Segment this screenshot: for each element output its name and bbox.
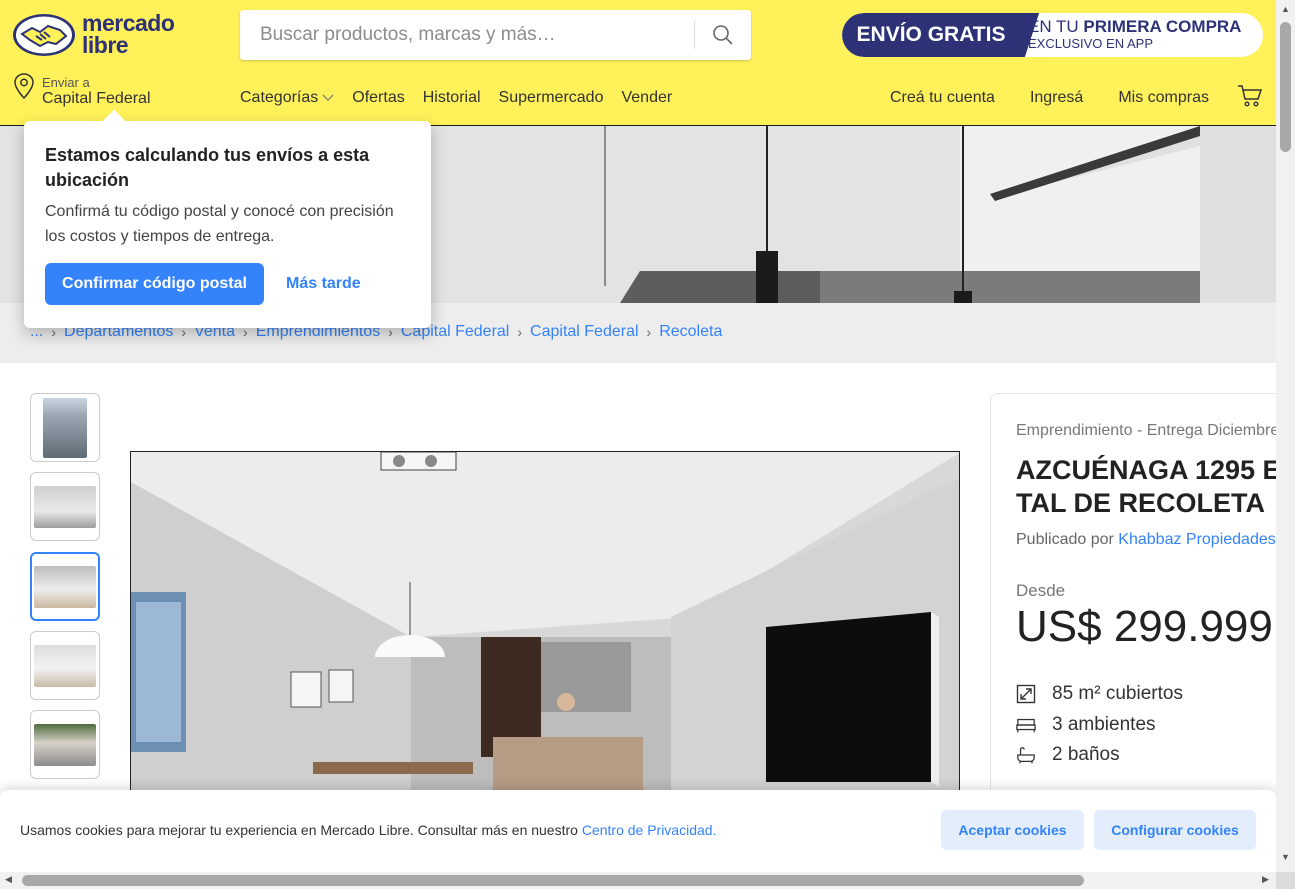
search-box [240, 10, 751, 60]
nav-categories-label: Categorías [240, 89, 319, 106]
listing-price: US$ 299.999 [1016, 602, 1273, 651]
feature-rooms-text: 3 ambientes [1052, 713, 1156, 735]
listing-summary-panel: Emprendimiento - Entrega Diciembre AZCUÉ… [990, 393, 1290, 813]
breadcrumb-capital-federal-2[interactable]: Capital Federal [530, 323, 639, 341]
nav-history[interactable]: Historial [423, 89, 481, 107]
listing-features: 85 m² cubiertos 3 ambientes 2 baños [1016, 679, 1183, 771]
confirm-postal-code-button[interactable]: Confirmar código postal [45, 263, 264, 305]
chevron-down-icon [322, 94, 334, 101]
create-account-link[interactable]: Creá tu cuenta [890, 89, 995, 107]
area-icon [1016, 684, 1036, 704]
vertical-scroll-thumb[interactable] [1280, 22, 1291, 152]
popup-body: Confirmá tu código postal y conocé con p… [45, 203, 394, 245]
mercadolibre-logo[interactable]: mercado libre [12, 12, 182, 58]
scrollbar-corner [1276, 872, 1295, 889]
privacy-center-link[interactable]: Centro de Privacidad. [582, 822, 717, 838]
publisher-link[interactable]: Khabbaz Propiedades [1118, 531, 1275, 548]
shipping-location-popup: Estamos calculando tus envíos a esta ubi… [24, 121, 431, 328]
thumbnail-3-selected[interactable] [30, 552, 100, 621]
promo-app-exclusive: EXCLUSIVO EN APP [1028, 36, 1153, 51]
login-link[interactable]: Ingresá [1030, 89, 1083, 107]
thumbnail-4[interactable] [30, 631, 100, 700]
feature-bathrooms: 2 baños [1016, 740, 1183, 771]
search-button[interactable] [695, 10, 751, 60]
free-shipping-promo[interactable]: ENVÍO GRATIS EN TU PRIMERA COMPRA EXCLUS… [842, 13, 1263, 57]
configure-cookies-button[interactable]: Configurar cookies [1094, 810, 1256, 850]
chevron-right-icon: › [517, 324, 523, 340]
thumbnail-1[interactable] [30, 393, 100, 462]
feature-area-text: 85 m² cubiertos [1052, 683, 1183, 705]
later-button[interactable]: Más tarde [276, 263, 371, 305]
accept-cookies-button[interactable]: Aceptar cookies [941, 810, 1084, 850]
listing-title: AZCUÉNAGA 1295 EL TAL DE RECOLETA [1016, 455, 1289, 518]
logo-line1: mercado [82, 10, 175, 36]
promo-details: EN TU PRIMERA COMPRA EXCLUSIVO EN APP [1028, 17, 1258, 52]
nav-supermarket[interactable]: Supermercado [499, 89, 604, 107]
listing-subtitle: Emprendimiento - Entrega Diciembre [1016, 422, 1280, 439]
promo-free-shipping: ENVÍO GRATIS [842, 13, 1020, 57]
thumbnail-2[interactable] [30, 472, 100, 541]
thumbnail-image-kitchen [34, 485, 96, 528]
header: mercado libre ENVÍO GRATIS EN TU PRIMERA… [0, 0, 1276, 126]
feature-area: 85 m² cubiertos [1016, 679, 1183, 710]
popup-title: Estamos calculando tus envíos a esta ubi… [45, 145, 370, 190]
scroll-down-arrow-icon[interactable]: ▼ [1281, 852, 1290, 862]
thumbnail-5[interactable] [30, 710, 100, 779]
publisher-line: Publicado por Khabbaz Propiedades [1016, 531, 1276, 549]
cookie-text: Usamos cookies para mejorar tu experienc… [20, 822, 716, 838]
promo-prefix: EN TU [1028, 17, 1084, 36]
scroll-left-arrow-icon[interactable]: ◀ [5, 874, 12, 885]
search-input[interactable] [240, 10, 692, 60]
thumbnail-image-building [43, 397, 87, 458]
account-nav: Creá tu cuenta Ingresá Mis compras [855, 89, 1209, 107]
promo-first-purchase: PRIMERA COMPRA [1083, 17, 1242, 36]
cart-button[interactable] [1237, 84, 1263, 113]
my-purchases-link[interactable]: Mis compras [1118, 89, 1209, 107]
nav-categories[interactable]: Categorías [240, 89, 334, 107]
price-from-label: Desde [1016, 581, 1066, 600]
thumbnail-image-living [34, 565, 96, 608]
nav-offers[interactable]: Ofertas [352, 89, 404, 107]
thumbnail-image-bedroom [34, 644, 96, 687]
shipping-location[interactable]: Enviar a Capital Federal [12, 72, 192, 112]
feature-rooms: 3 ambientes [1016, 710, 1183, 741]
location-value: Capital Federal [42, 90, 151, 107]
horizontal-scroll-thumb[interactable] [22, 875, 1084, 886]
bed-icon [1016, 717, 1036, 733]
vertical-scrollbar[interactable]: ▲ ▼ [1276, 0, 1295, 872]
feature-bathrooms-text: 2 baños [1052, 744, 1120, 766]
search-icon [713, 25, 733, 45]
scroll-up-arrow-icon[interactable]: ▲ [1281, 4, 1290, 14]
cookie-message: Usamos cookies para mejorar tu experienc… [20, 822, 582, 838]
chevron-right-icon: › [646, 324, 652, 340]
nav-sell[interactable]: Vender [621, 89, 672, 107]
logo-wordmark: mercado libre [82, 10, 175, 58]
breadcrumb-recoleta[interactable]: Recoleta [659, 323, 722, 341]
main-gallery-image[interactable] [130, 451, 960, 811]
bathtub-icon [1016, 745, 1036, 765]
cart-icon [1238, 85, 1263, 107]
handshake-logo-icon [13, 14, 75, 56]
scroll-right-arrow-icon[interactable]: ▶ [1262, 874, 1269, 885]
horizontal-scrollbar[interactable]: ◀ ▶ [0, 872, 1276, 889]
cookie-banner: Usamos cookies para mejorar tu experienc… [0, 790, 1276, 872]
location-pin-icon [14, 73, 34, 100]
publisher-prefix: Publicado por [1016, 531, 1119, 548]
logo-line2: libre [82, 32, 129, 58]
thumbnail-image-facade [34, 723, 96, 766]
living-room-render [131, 452, 959, 810]
location-label: Enviar a [42, 75, 90, 90]
main-nav: Categorías Ofertas Historial Supermercad… [240, 89, 690, 107]
